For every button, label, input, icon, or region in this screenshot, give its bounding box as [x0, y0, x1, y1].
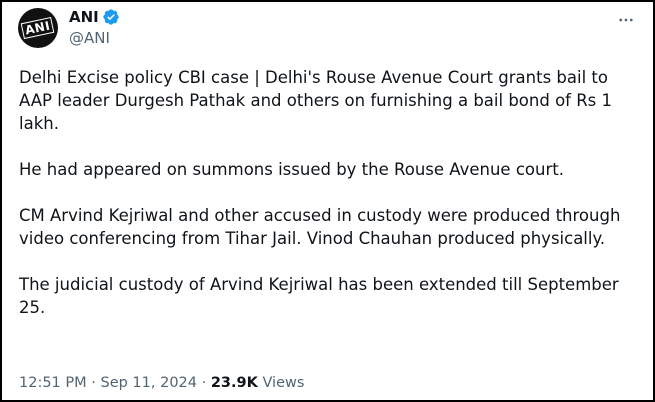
- meta-separator: ·: [91, 375, 96, 391]
- display-name-row: ANI: [69, 7, 120, 27]
- avatar[interactable]: ANI: [18, 8, 58, 48]
- handle[interactable]: @ANI: [69, 29, 120, 47]
- tweet-paragraph-2: He had appeared on summons issued by the…: [19, 160, 564, 179]
- tweet-paragraph-4: The judicial custody of Arvind Kejriwal …: [19, 275, 619, 317]
- views-label: Views: [262, 375, 305, 391]
- tweet-date[interactable]: Sep 11, 2024: [100, 375, 197, 391]
- tweet-time[interactable]: 12:51 PM: [19, 375, 87, 391]
- tweet-paragraph-1: Delhi Excise policy CBI case | Delhi's R…: [19, 68, 613, 133]
- author-names: ANI @ANI: [69, 7, 120, 47]
- verified-badge-icon: [102, 8, 120, 26]
- avatar-logo-text: ANI: [21, 16, 55, 40]
- tweet-text: Delhi Excise policy CBI case | Delhi's R…: [19, 66, 644, 342]
- tweet-paragraph-3: CM Arvind Kejriwal and other accused in …: [19, 206, 621, 248]
- views-count[interactable]: 23.9K: [211, 375, 258, 391]
- more-options-icon[interactable]: [617, 11, 635, 29]
- tweet-card: ANI ANI @ANI Delhi Excise policy CBI cas…: [0, 0, 655, 402]
- meta-separator: ·: [201, 375, 207, 391]
- display-name[interactable]: ANI: [69, 8, 99, 26]
- tweet-meta: 12:51 PM · Sep 11, 2024 · 23.9K Views: [19, 375, 304, 391]
- tweet-header: ANI ANI @ANI: [18, 7, 120, 48]
